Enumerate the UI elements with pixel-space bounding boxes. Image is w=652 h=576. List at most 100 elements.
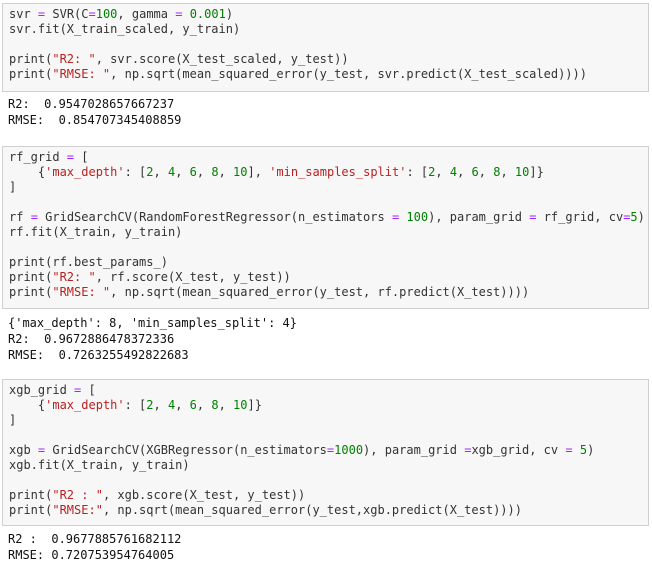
- code-line: ]: [9, 180, 642, 195]
- code-line: {'max_depth': [2, 4, 6, 8, 10], 'min_sam…: [9, 165, 642, 180]
- code-token: =: [88, 7, 96, 21]
- code-token: print(: [9, 503, 53, 517]
- code-token: =: [66, 150, 75, 164]
- code-line: rf.fit(X_train, y_train): [9, 225, 642, 240]
- code-token: xgb_grid, cv: [471, 443, 566, 457]
- code-token: 6: [189, 398, 197, 412]
- output-line: RMSE: 0.854707345408859: [8, 113, 182, 127]
- code-line: xgb = GridSearchCV(XGBRegressor(n_estima…: [9, 443, 642, 458]
- code-token: ): [637, 210, 645, 224]
- code-token: rf: [9, 210, 31, 224]
- code-token: : [: [124, 398, 147, 412]
- code-token: =: [30, 210, 38, 224]
- code-token: "R2: ": [52, 270, 96, 284]
- code-token: ,: [175, 398, 190, 412]
- code-token: 2: [146, 398, 154, 412]
- code-token: print(: [9, 285, 53, 299]
- output-cell-random-forest: {'max_depth': 8, 'min_samples_split': 4}…: [8, 315, 297, 363]
- code-token: , gamma: [117, 7, 176, 21]
- code-line: print("RMSE: ", np.sqrt(mean_squared_err…: [9, 285, 642, 300]
- code-token: print(rf.best_params_): [9, 255, 168, 269]
- code-token: =: [565, 443, 573, 457]
- code-token: 100: [95, 7, 118, 21]
- code-token: 1000: [334, 443, 364, 457]
- code-token: 10: [514, 165, 530, 179]
- code-token: GridSearchCV(RandomForestRegressor(n_est…: [37, 210, 392, 224]
- code-token: print(: [9, 52, 53, 66]
- code-token: ]: [9, 180, 17, 194]
- code-token: rf.fit(X_train, y_train): [9, 225, 183, 239]
- code-token: print(: [9, 488, 53, 502]
- code-token: ,: [153, 398, 168, 412]
- code-token: 10: [233, 165, 248, 179]
- code-token: , np.sqrt(mean_squared_error(y_test, svr…: [110, 67, 587, 81]
- code-token: print(: [9, 67, 53, 81]
- code-line: rf_grid = [: [9, 150, 642, 165]
- code-token: ), param_grid: [363, 443, 465, 457]
- code-line: print("R2: ", svr.score(X_test_scaled, y…: [9, 52, 642, 67]
- output-line: R2: 0.9547028657667237: [8, 97, 175, 111]
- code-token: 4: [449, 165, 458, 179]
- code-token: ]}: [247, 398, 262, 412]
- code-line: xgb.fit(X_train, y_train): [9, 458, 642, 473]
- code-line: ]: [9, 413, 642, 428]
- code-token: 5: [579, 443, 588, 457]
- code-token: 8: [211, 398, 219, 412]
- code-cell-random-forest[interactable]: rf_grid = [ {'max_depth': [2, 4, 6, 8, 1…: [2, 146, 649, 309]
- code-token: ,: [175, 165, 190, 179]
- code-line: svr = SVR(C=100, gamma = 0.001): [9, 7, 642, 22]
- code-token: {: [9, 398, 46, 412]
- code-token: "RMSE:": [52, 503, 103, 517]
- code-token: ,: [153, 165, 168, 179]
- code-token: GridSearchCV(XGBRegressor(n_estimators: [45, 443, 327, 457]
- code-cell-xgboost[interactable]: xgb_grid = [ {'max_depth': [2, 4, 6, 8, …: [2, 379, 649, 526]
- output-line: R2: 0.9672886478372336: [8, 332, 175, 346]
- code-token: svr: [9, 7, 38, 21]
- output-line: {'max_depth': 8, 'min_samples_split': 4}: [8, 316, 297, 330]
- code-token: rf_grid: [9, 150, 67, 164]
- code-token: 2: [146, 165, 154, 179]
- code-token: 100: [406, 210, 429, 224]
- output-cell-svr: R2: 0.9547028657667237 RMSE: 0.8547073454…: [8, 96, 181, 128]
- code-token: ,: [218, 398, 234, 412]
- code-line: xgb_grid = [: [9, 383, 642, 398]
- code-token: ,: [196, 398, 212, 412]
- code-token: ,: [218, 165, 234, 179]
- code-token: ,: [457, 165, 472, 179]
- code-token: , np.sqrt(mean_squared_error(y_test,xgb.…: [102, 503, 522, 517]
- code-cell-svr[interactable]: svr = SVR(C=100, gamma = 0.001) svr.fit(X…: [2, 3, 649, 92]
- code-token: : [: [406, 165, 429, 179]
- code-token: : [: [124, 165, 147, 179]
- code-token: rf_grid, cv: [536, 210, 624, 224]
- code-token: xgb.fit(X_train, y_train): [9, 458, 190, 472]
- code-token: [: [74, 150, 89, 164]
- code-token: , svr.score(X_test_scaled, y_test)): [95, 52, 349, 66]
- code-token: 8: [211, 165, 219, 179]
- code-line: print("R2: ", rf.score(X_test, y_test)): [9, 270, 642, 285]
- code-token: "RMSE: ": [52, 67, 111, 81]
- code-token: 5: [630, 210, 638, 224]
- code-token: 'max_depth': [45, 165, 125, 179]
- code-line: rf = GridSearchCV(RandomForestRegressor(…: [9, 210, 645, 225]
- code-token: ), param_grid: [428, 210, 530, 224]
- code-token: xgb_grid: [9, 383, 75, 397]
- code-token: ,: [196, 165, 212, 179]
- output-line: RMSE: 0.720753954764005: [8, 548, 175, 562]
- code-token: [: [81, 383, 96, 397]
- code-token: ,: [500, 165, 515, 179]
- code-token: {: [9, 165, 46, 179]
- code-token: SVR(C: [45, 7, 89, 21]
- code-line: print("RMSE:", np.sqrt(mean_squared_erro…: [9, 503, 642, 518]
- code-token: "R2 : ": [52, 488, 103, 502]
- code-line: print("R2 : ", xgb.score(X_test, y_test)…: [9, 488, 642, 503]
- code-token: 6: [189, 165, 197, 179]
- output-line: R2 : 0.9677885761682112: [8, 532, 182, 546]
- code-token: 10: [233, 398, 248, 412]
- code-token: ,: [435, 165, 450, 179]
- output-cell-xgboost: R2 : 0.9677885761682112 RMSE: 0.720753954…: [8, 531, 181, 563]
